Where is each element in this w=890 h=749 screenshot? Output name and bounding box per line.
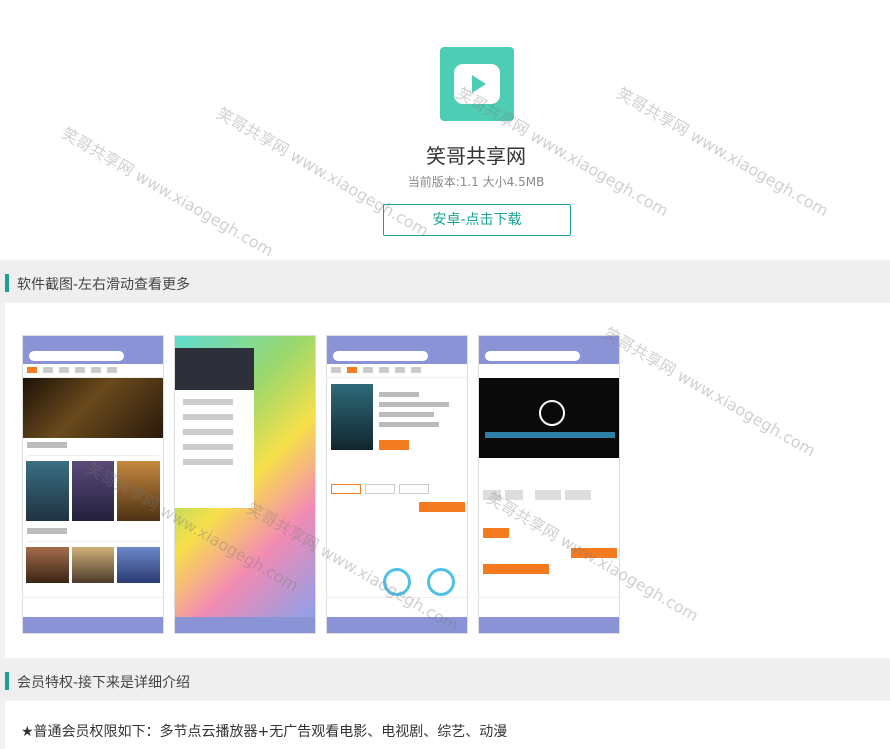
play-icon (454, 64, 500, 104)
vip-section-header: 会员特权-接下来是详细介绍 (0, 660, 890, 700)
movie-poster (331, 384, 373, 450)
movie-poster (26, 547, 69, 583)
vip-intro: ★普通会员权限如下：多节点云播放器+无广告观看电影、电视剧、综艺、动漫 (5, 701, 890, 749)
screenshot-detail[interactable] (326, 335, 468, 634)
screenshot-drawer-menu[interactable] (174, 335, 316, 634)
android-download-button[interactable]: 安卓-点击下载 (383, 204, 571, 236)
screenshot-home[interactable] (22, 335, 164, 634)
movie-poster (26, 461, 69, 521)
section-accent-bar (5, 274, 9, 292)
movie-poster (117, 461, 161, 521)
movie-poster (71, 461, 115, 521)
vip-section-title: 会员特权-接下来是详细介绍 (17, 675, 191, 691)
movie-poster (71, 547, 115, 583)
app-icon (440, 47, 514, 121)
featured-banner-image (23, 378, 163, 438)
screenshot-player[interactable] (478, 335, 620, 634)
app-name: 笑哥共享网 (426, 144, 526, 168)
video-player (479, 378, 619, 458)
side-drawer (175, 348, 254, 508)
screenshots-section-title: 软件截图-左右滑动查看更多 (17, 277, 191, 293)
app-header: 笑哥共享网 当前版本:1.1 大小4.5MB 安卓-点击下载 (0, 0, 890, 260)
section-accent-bar (5, 672, 9, 690)
movie-poster (117, 547, 161, 583)
screenshots-section-header: 软件截图-左右滑动查看更多 (0, 262, 890, 302)
app-version-size: 当前版本:1.1 大小4.5MB (407, 175, 545, 189)
vip-benefit-line: ★普通会员权限如下：多节点云播放器+无广告观看电影、电视剧、综艺、动漫 (21, 724, 508, 740)
screenshot-carousel[interactable] (5, 303, 890, 658)
